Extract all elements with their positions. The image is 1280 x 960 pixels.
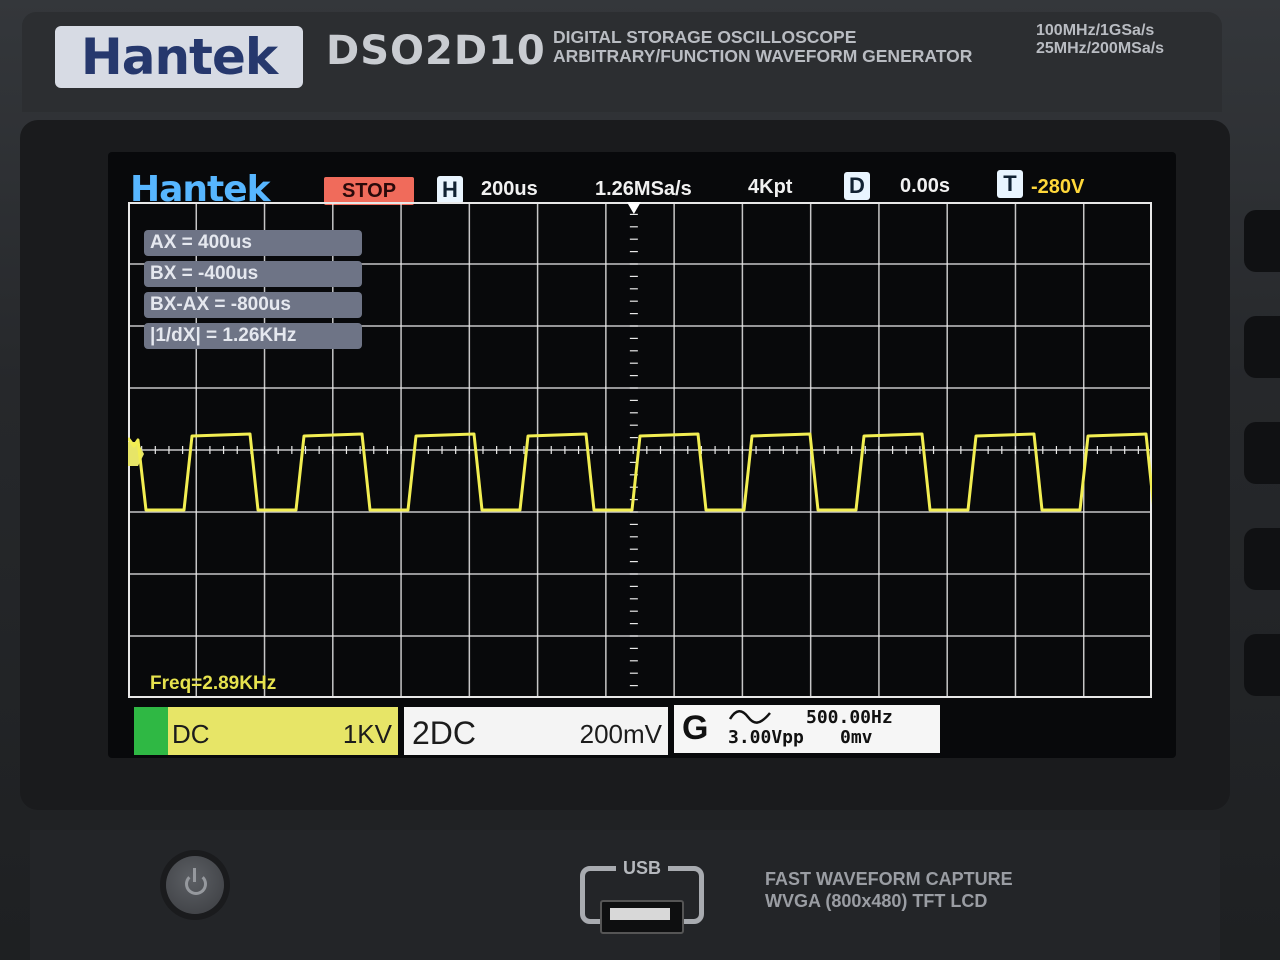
side-button-3[interactable]: [1244, 422, 1280, 484]
side-button-2[interactable]: [1244, 316, 1280, 378]
channel-1-coupling: DC: [172, 719, 210, 749]
spec-line-1: 100MHz/1GSa/s: [1036, 22, 1155, 39]
channel-2-scale: 200mV: [579, 719, 662, 749]
delay-value: 0.00s: [900, 175, 951, 197]
generator-frequency: 500.00Hz: [806, 707, 893, 728]
channel-1-trace: [126, 432, 1156, 512]
cursor-inverse-delta: |1/dX| = 1.26KHz: [144, 323, 362, 349]
frequency-readout: Freq=2.89KHz: [150, 673, 277, 694]
generator-amplitude: 3.00Vpp: [728, 727, 804, 748]
cursor-ax: AX = 400us: [144, 230, 362, 256]
trigger-position-marker: [626, 202, 641, 214]
lcd-spec-text: FAST WAVEFORM CAPTURE WVGA (800x480) TFT…: [765, 868, 1013, 912]
bandwidth-spec: 100MHz/1GSa/s 25MHz/200MSa/s: [1036, 22, 1164, 58]
side-button-5[interactable]: [1244, 634, 1280, 696]
lcd-spec-line-2: WVGA (800x480) TFT LCD: [765, 891, 988, 911]
channel-1-marker: [134, 707, 168, 755]
sample-rate: 1.26MSa/s: [595, 178, 692, 200]
power-icon[interactable]: [166, 856, 224, 914]
memory-depth: 4Kpt: [748, 176, 793, 198]
sine-wave-icon: [728, 710, 771, 724]
brand-name: Hantek: [80, 28, 278, 86]
trigger-level: -280V: [1031, 176, 1085, 198]
usb-label: USB: [616, 858, 668, 879]
cursor-bx: BX = -400us: [144, 261, 362, 287]
model-name: DSO2D10: [326, 28, 546, 74]
channel-1-badge[interactable]: DC 1KV: [134, 707, 398, 755]
description-line-2: ARBITRARY/FUNCTION WAVEFORM GENERATOR: [553, 46, 973, 66]
product-description: DIGITAL STORAGE OSCILLOSCOPE ARBITRARY/F…: [553, 28, 972, 66]
channel-1-scale: 1KV: [342, 719, 392, 749]
side-button-4[interactable]: [1244, 528, 1280, 590]
delay-tag: D: [844, 172, 870, 200]
brand-logo: Hantek: [55, 26, 303, 88]
run-stop-badge: STOP: [324, 177, 414, 205]
oscilloscope-body: Hantek DSO2D10 DIGITAL STORAGE OSCILLOSC…: [0, 0, 1280, 960]
spec-line-2: 25MHz/200MSa/s: [1036, 40, 1165, 57]
description-line-1: DIGITAL STORAGE OSCILLOSCOPE: [553, 27, 857, 47]
generator-badge[interactable]: G 500.00Hz 3.00Vpp 0mv: [674, 705, 940, 753]
cursor-delta: BX-AX = -800us: [144, 292, 362, 318]
trigger-tag: T: [997, 170, 1023, 198]
usb-port-icon[interactable]: [600, 900, 684, 934]
generator-label: G: [682, 709, 709, 747]
channel-2-badge[interactable]: 2DC 200mV: [404, 707, 668, 755]
side-button-1[interactable]: [1244, 210, 1280, 272]
horizontal-tag: H: [437, 176, 463, 204]
timebase-value: 200us: [481, 178, 538, 200]
lcd-spec-line-1: FAST WAVEFORM CAPTURE: [765, 869, 1013, 889]
channel-2-label: 2DC: [412, 715, 477, 751]
generator-offset: 0mv: [840, 727, 873, 748]
